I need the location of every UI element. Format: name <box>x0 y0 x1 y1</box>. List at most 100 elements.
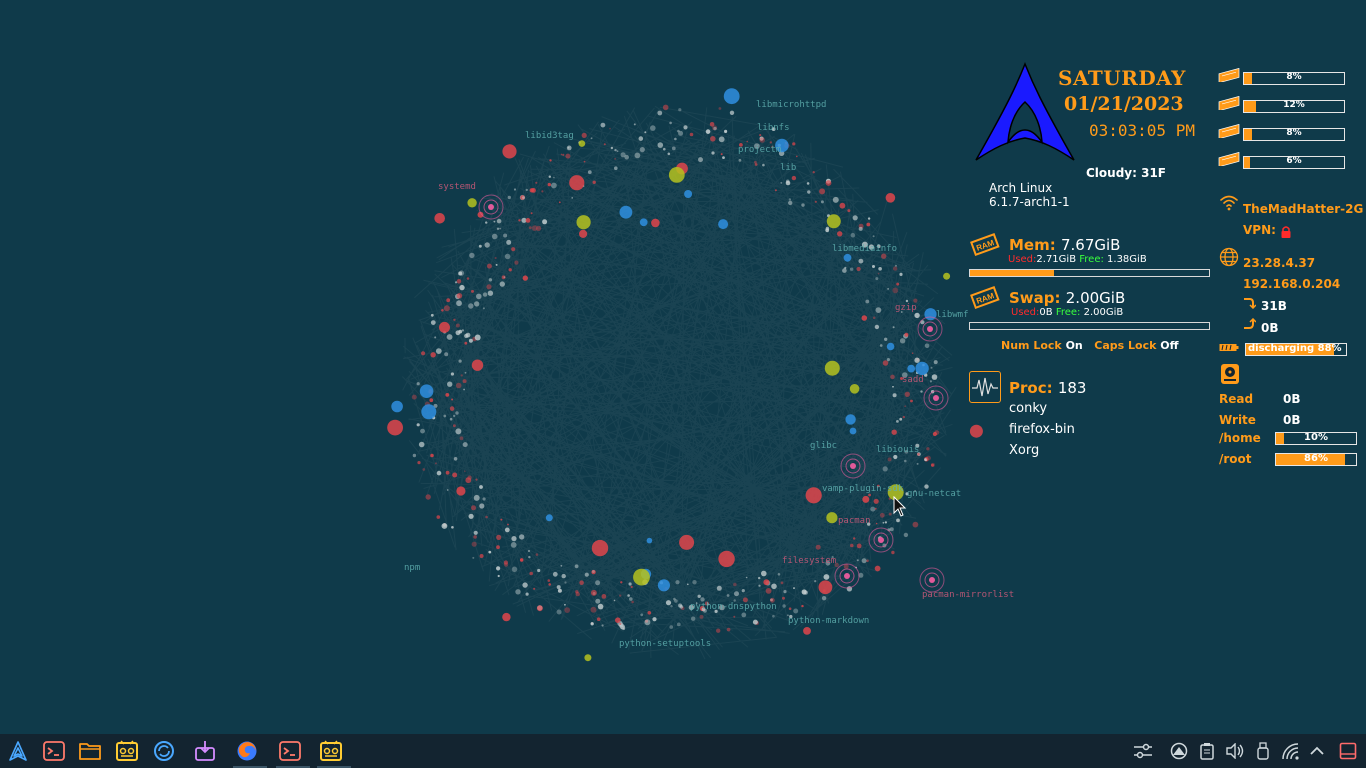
cpu-icon <box>1218 96 1240 110</box>
graph-node <box>464 371 467 374</box>
swap-heading: Swap: 2.00GiB <box>1009 289 1126 307</box>
wifi-icon[interactable] <box>1280 739 1302 763</box>
terminal-icon[interactable] <box>276 737 310 768</box>
clipboard-icon[interactable] <box>1196 739 1218 763</box>
graph-node <box>445 393 450 397</box>
graph-node <box>705 129 711 134</box>
graph-node <box>783 590 787 594</box>
graph-node <box>832 196 839 203</box>
chevron-up-icon[interactable] <box>1306 739 1328 763</box>
graph-hub <box>933 395 939 401</box>
graph-node <box>634 152 641 159</box>
graph-node <box>762 163 765 167</box>
graph-node <box>692 580 697 585</box>
graph-node <box>639 147 645 153</box>
graph-node <box>503 560 508 565</box>
folder-icon[interactable] <box>76 737 104 765</box>
graph-node <box>826 512 838 524</box>
system-monitor-icon[interactable] <box>317 737 351 768</box>
graph-node <box>726 594 730 597</box>
cpu-icon <box>1218 68 1240 82</box>
graph-label: python-markdown <box>788 616 869 626</box>
disk-write-label: Write <box>1219 413 1256 427</box>
graph-node <box>485 221 488 224</box>
vpn-label: VPN: <box>1243 223 1276 237</box>
graph-node <box>459 436 464 441</box>
graph-label: glibc <box>810 441 837 451</box>
graph-node <box>866 222 871 227</box>
graph-label: libmediainfo <box>832 244 897 254</box>
conky-date: 01/21/2023 <box>1064 93 1184 115</box>
graph-node <box>514 260 519 265</box>
graph-node <box>556 585 561 590</box>
graph-node <box>453 424 456 428</box>
graph-node <box>758 584 761 587</box>
graph-node <box>874 565 881 572</box>
graph-node <box>430 313 434 317</box>
graph-node <box>716 585 722 591</box>
graph-node <box>819 188 826 195</box>
volume-icon[interactable] <box>1224 739 1246 763</box>
graph-node <box>603 143 606 146</box>
graph-node <box>668 167 685 183</box>
graph-node <box>619 594 622 597</box>
terminal-icon[interactable] <box>40 737 68 765</box>
graph-node <box>785 179 790 184</box>
graph-node <box>896 282 900 286</box>
graph-label: pacman-mirrorlist <box>922 590 1014 600</box>
graph-node <box>792 142 796 146</box>
os-name: Arch Linux <box>989 181 1053 195</box>
graph-node <box>471 289 474 293</box>
graph-node <box>697 594 701 598</box>
graph-node <box>872 316 876 320</box>
show-desktop-icon[interactable] <box>1337 739 1359 763</box>
graph-node <box>825 226 830 231</box>
graph-node <box>893 454 898 460</box>
settings-icon[interactable] <box>1132 739 1154 763</box>
graph-node <box>471 541 477 547</box>
graph-node <box>474 334 481 341</box>
root-label: /root <box>1219 452 1252 466</box>
graph-node <box>528 555 531 559</box>
graph-node <box>793 608 799 614</box>
package-installer-icon[interactable] <box>191 737 219 765</box>
graph-node <box>520 558 524 562</box>
graph-node <box>678 108 682 112</box>
graph-node <box>729 110 735 116</box>
graph-node <box>788 607 792 610</box>
system-monitor-icon[interactable] <box>113 737 141 765</box>
graph-node <box>879 344 883 347</box>
arch-launcher-icon[interactable] <box>4 737 32 765</box>
graph-node <box>499 227 502 230</box>
graph-node <box>885 193 896 203</box>
graph-node <box>445 470 450 475</box>
graph-node <box>849 384 860 394</box>
graph-node <box>439 321 450 333</box>
graph-node <box>644 131 647 134</box>
swap-bar <box>969 322 1210 330</box>
refresh-icon[interactable] <box>150 737 178 765</box>
graph-node <box>878 267 882 271</box>
graph-node <box>463 388 465 391</box>
usb-icon[interactable] <box>1252 739 1274 763</box>
graph-node <box>850 543 854 548</box>
graph-node <box>807 190 811 194</box>
graph-node <box>925 455 931 461</box>
graph-node <box>741 589 745 593</box>
graph-node <box>479 554 484 558</box>
graph-node <box>856 543 862 549</box>
graph-label: libid3tag <box>525 131 574 141</box>
graph-label: npm <box>404 563 420 573</box>
graph-node <box>503 276 506 279</box>
graph-node <box>924 343 930 349</box>
graph-node <box>741 612 747 618</box>
graph-node <box>484 242 490 248</box>
graph-node <box>718 136 725 143</box>
battery-icon <box>1219 344 1239 351</box>
graph-node <box>687 583 689 586</box>
graph-node <box>844 266 847 269</box>
network-icon[interactable] <box>1168 739 1190 763</box>
graph-node <box>700 597 705 602</box>
graph-node <box>419 384 434 399</box>
firefox-icon[interactable] <box>233 737 267 768</box>
